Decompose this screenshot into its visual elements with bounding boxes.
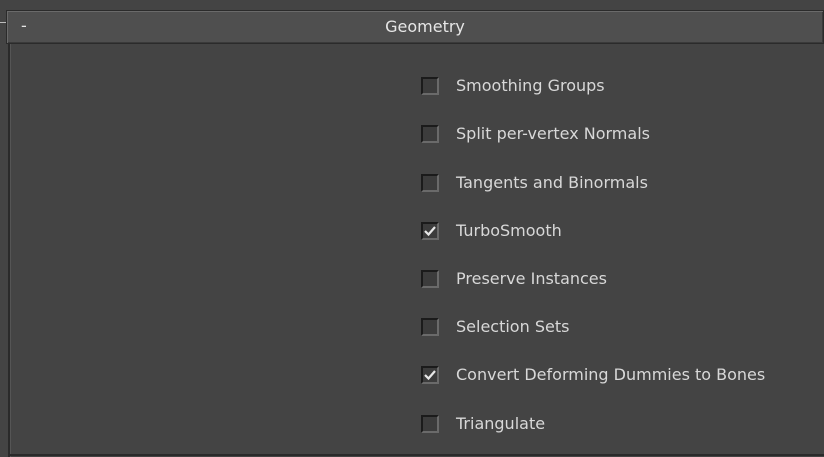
option-label: TurboSmooth — [456, 221, 562, 240]
option-smoothing-groups[interactable]: Smoothing Groups — [418, 72, 824, 98]
option-split-per-vertex-normals[interactable]: Split per-vertex Normals — [418, 120, 824, 146]
checkmark-icon — [424, 226, 436, 237]
checkbox[interactable] — [421, 318, 439, 336]
option-preserve-instances[interactable]: Preserve Instances — [418, 265, 824, 291]
rollout-header-geometry[interactable]: - Geometry — [6, 10, 824, 44]
option-selection-sets[interactable]: Selection Sets — [418, 313, 824, 339]
checkbox[interactable] — [421, 222, 439, 240]
checkbox[interactable] — [421, 415, 439, 433]
option-label: Split per-vertex Normals — [456, 124, 650, 143]
option-label: Triangulate — [456, 414, 546, 433]
checkbox[interactable] — [421, 77, 439, 95]
option-triangulate[interactable]: Triangulate — [418, 410, 824, 436]
geometry-rollout-panel: - Geometry Smoothing Groups Split per-ve… — [0, 0, 824, 457]
option-label: Selection Sets — [456, 317, 570, 336]
rollout-bottom-border — [8, 454, 824, 456]
checkbox[interactable] — [421, 366, 439, 384]
option-tangents-and-binormals[interactable]: Tangents and Binormals — [418, 169, 824, 195]
option-convert-deforming-dummies[interactable]: Convert Deforming Dummies to Bones — [418, 361, 824, 387]
option-turbosmooth[interactable]: TurboSmooth — [418, 217, 824, 243]
rollout-left-border-highlight — [10, 36, 11, 457]
checkbox[interactable] — [421, 270, 439, 288]
rollout-title: Geometry — [385, 17, 465, 36]
checkbox[interactable] — [421, 174, 439, 192]
option-label: Convert Deforming Dummies to Bones — [456, 365, 766, 384]
checkmark-icon — [424, 370, 436, 381]
option-label: Tangents and Binormals — [456, 173, 648, 192]
option-label: Preserve Instances — [456, 269, 607, 288]
checkbox[interactable] — [421, 125, 439, 143]
option-label: Smoothing Groups — [456, 76, 605, 95]
